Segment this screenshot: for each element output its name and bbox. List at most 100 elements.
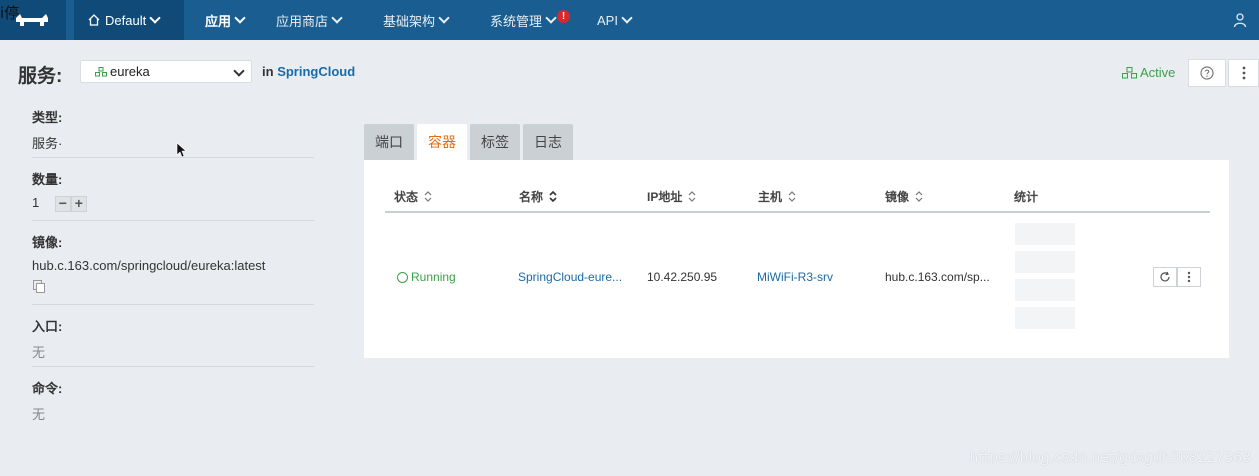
page-title: 服务: — [18, 66, 63, 87]
sort-icon — [915, 191, 923, 202]
nav-item-label: 应用 — [205, 13, 232, 29]
header-label: IP地址 — [647, 190, 683, 204]
more-actions-button[interactable] — [1228, 59, 1259, 87]
rancher-logo-icon — [16, 14, 48, 26]
info-command: 命令: 无 — [32, 378, 314, 423]
chevron-down-icon — [331, 11, 343, 24]
column-header-state[interactable]: 状态 — [394, 188, 432, 205]
divider — [32, 304, 314, 305]
chevron-down-icon — [233, 65, 245, 77]
table-header-divider — [385, 211, 1210, 213]
help-button[interactable] — [1188, 59, 1226, 87]
corner-overlay-text: i停 — [0, 4, 20, 22]
header-label: 主机 — [758, 190, 783, 204]
environment-selector[interactable]: Default — [74, 0, 184, 40]
row-container-name[interactable]: SpringCloud-eure... — [518, 270, 622, 284]
chevron-down-icon — [545, 11, 557, 24]
divider — [32, 157, 314, 158]
nav-item-admin[interactable]: 系统管理 ! — [490, 0, 571, 40]
nav-item-label: 系统管理 — [490, 13, 543, 29]
containers-panel — [364, 160, 1229, 358]
tab-ports[interactable]: 端口 — [364, 124, 414, 160]
status-text: Active — [1140, 65, 1176, 80]
environment-label: Default — [105, 12, 147, 28]
column-header-stats: 统计 — [1014, 188, 1038, 205]
watermark: https://blog.csdn.net/gdsgdh308227363 — [969, 450, 1251, 466]
in-label: in — [262, 64, 274, 79]
scale-value: 1 — [32, 195, 40, 210]
decrement-button[interactable]: − — [54, 195, 71, 212]
alert-badge: ! — [557, 9, 571, 23]
row-more-button[interactable] — [1177, 267, 1201, 287]
status-badge: Active — [1122, 65, 1175, 80]
command-value: 无 — [32, 407, 46, 422]
image-value: hub.c.163.com/springcloud/eureka:latest — [32, 258, 266, 273]
info-entrypoint: 入口: 无 — [32, 316, 314, 361]
nav-item-apps[interactable]: 应用 — [205, 0, 246, 40]
restart-button[interactable] — [1153, 267, 1177, 287]
home-icon — [88, 14, 100, 26]
chevron-down-icon — [234, 11, 246, 24]
header-label: 统计 — [1014, 190, 1039, 204]
tab-bar: 端口 容器 标签 日志 — [364, 124, 576, 160]
tab-containers[interactable]: 容器 — [417, 124, 467, 160]
increment-button[interactable]: + — [70, 195, 87, 212]
nav-item-api[interactable]: API — [597, 0, 633, 40]
type-label: 类型: — [32, 110, 63, 125]
column-header-name[interactable]: 名称 — [519, 188, 557, 205]
entry-label: 入口: — [32, 319, 63, 334]
nav-item-infrastructure[interactable]: 基础架构 — [383, 0, 450, 40]
info-image: 镜像: hub.c.163.com/springcloud/eureka:lat… — [32, 232, 314, 293]
nav-item-label: API — [597, 12, 618, 28]
tab-logs[interactable]: 日志 — [523, 124, 573, 160]
service-icon — [1122, 66, 1137, 78]
chevron-down-icon — [149, 11, 161, 24]
service-select-value: eureka — [110, 64, 150, 79]
nav-item-label: 应用商店 — [276, 13, 329, 29]
header-label: 名称 — [519, 190, 544, 204]
info-scale: 数量: 1 − + — [32, 169, 314, 212]
stat-network-sparkline — [1015, 279, 1075, 301]
column-header-host[interactable]: 主机 — [758, 188, 796, 205]
mouse-cursor-icon — [176, 142, 186, 158]
user-icon[interactable] — [1233, 12, 1247, 28]
type-value: 服务· — [32, 136, 63, 151]
kebab-menu-icon — [1187, 271, 1191, 283]
stack-link[interactable]: SpringCloud — [277, 64, 355, 79]
column-header-image[interactable]: 镜像 — [885, 188, 923, 205]
divider — [32, 220, 314, 221]
row-image: hub.c.163.com/sp... — [885, 270, 990, 284]
tab-labels[interactable]: 标签 — [470, 124, 520, 160]
service-icon — [95, 66, 107, 76]
sort-icon — [788, 191, 796, 202]
scale-row: 1 − + — [32, 195, 314, 212]
scale-stepper: − + — [54, 195, 87, 212]
top-nav: i停 Default 应用 应用商店 基础架构 系统管理 ! API — [0, 0, 1259, 40]
stat-memory-sparkline — [1015, 251, 1075, 273]
sort-icon — [424, 191, 432, 202]
chevron-down-icon — [438, 11, 450, 24]
stat-cpu-sparkline — [1015, 223, 1075, 245]
running-status-icon — [397, 271, 408, 283]
info-type: 类型: 服务· — [32, 107, 314, 152]
column-header-ip[interactable]: IP地址 — [647, 188, 696, 205]
header-label: 镜像 — [885, 190, 910, 204]
divider — [32, 366, 314, 367]
help-circle-icon — [1200, 66, 1214, 80]
image-label: 镜像: — [32, 235, 63, 250]
sort-icon — [688, 191, 696, 202]
stat-storage-sparkline — [1015, 307, 1075, 329]
nav-item-catalog[interactable]: 应用商店 — [276, 0, 343, 40]
row-state: Running — [397, 270, 456, 284]
stack-breadcrumb: in SpringCloud — [262, 64, 355, 79]
kebab-menu-icon — [1242, 66, 1245, 80]
row-host[interactable]: MiWiFi-R3-srv — [757, 270, 833, 284]
entry-value: 无 — [32, 345, 46, 360]
scale-label: 数量: — [32, 172, 63, 187]
chevron-down-icon — [621, 11, 633, 24]
copy-icon[interactable] — [32, 279, 46, 293]
row-state-text: Running — [411, 270, 456, 284]
service-select[interactable]: eureka — [80, 60, 252, 83]
sort-icon — [549, 191, 557, 202]
nav-item-label: 基础架构 — [383, 13, 436, 29]
